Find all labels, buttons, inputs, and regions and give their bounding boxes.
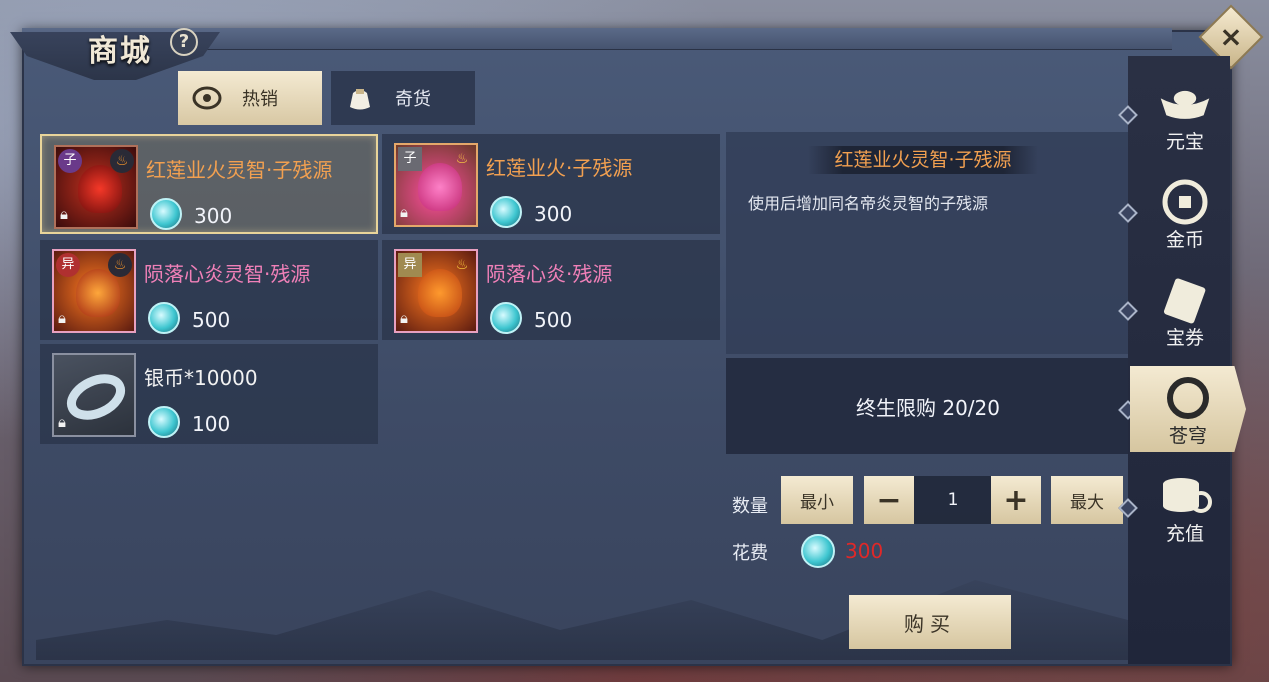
- lock-icon: 🔒︎: [60, 205, 68, 223]
- cost-label: 花费: [732, 543, 768, 564]
- grade-badge: 异: [56, 253, 80, 277]
- min-quantity-button[interactable]: 最小: [781, 476, 853, 524]
- sidebar-item-cangqiong[interactable]: 苍穹: [1130, 366, 1246, 452]
- grade-badge: 子: [58, 149, 82, 173]
- lock-icon: 🔒︎: [400, 203, 408, 221]
- sidebar-item-yuanbao[interactable]: 元宝: [1130, 72, 1240, 158]
- tab-hot-label: 热销: [242, 89, 278, 110]
- sky-emblem-icon: [1160, 375, 1216, 421]
- item-price: 500: [192, 308, 231, 332]
- item-price: 300: [534, 202, 573, 226]
- max-quantity-button[interactable]: 最大: [1051, 476, 1123, 524]
- gold-coin-icon: [1157, 179, 1213, 225]
- flame-icon: ♨: [455, 257, 469, 273]
- lotus-flame-art: [418, 163, 462, 211]
- flame-icon: ♨: [110, 149, 134, 173]
- cost-value: 300: [845, 539, 884, 563]
- ticket-icon: [1157, 277, 1213, 324]
- shop-item[interactable]: 异 ♨ 🔒︎ 陨落心炎灵智·残源 500: [40, 240, 378, 340]
- sidebar-label: 宝券: [1165, 327, 1204, 349]
- sky-currency-icon: [150, 198, 182, 230]
- tab-rare-label: 奇货: [395, 89, 431, 110]
- item-image: 异 ♨ 🔒︎: [394, 249, 478, 333]
- sky-currency-icon: [490, 302, 522, 334]
- shop-item[interactable]: 子 ♨ 🔒︎ 红莲业火·子残源 300: [382, 134, 720, 234]
- lock-icon: 🔒︎: [58, 413, 66, 431]
- item-detail: 红莲业火灵智·子残源 使用后增加同名帝炎灵智的子残源: [726, 132, 1130, 354]
- sidebar-label: 充值: [1165, 523, 1204, 545]
- item-name: 陨落心炎·残源: [486, 262, 613, 286]
- coin-stack-icon: [1157, 473, 1213, 519]
- item-name: 红莲业火·子残源: [486, 156, 633, 180]
- item-name: 红莲业火灵智·子残源: [146, 158, 333, 182]
- quantity-label: 数量: [732, 496, 768, 517]
- shop-item[interactable]: 🔒︎ 银币*10000 100: [40, 344, 378, 444]
- help-icon[interactable]: ?: [170, 28, 198, 56]
- tab-rare-goods[interactable]: 奇货: [331, 71, 475, 125]
- sidebar-label: 金币: [1165, 229, 1204, 251]
- page-title: 商城: [88, 34, 152, 69]
- dragon-icon: [190, 81, 224, 115]
- pouch-icon: [343, 81, 377, 115]
- ingot-icon: [1157, 81, 1213, 127]
- flame-icon: ♨: [455, 151, 469, 167]
- item-name: 银币*10000: [144, 366, 258, 390]
- grade-badge: 子: [398, 147, 422, 171]
- increase-button[interactable]: +: [991, 476, 1041, 524]
- sky-currency-icon: [801, 534, 835, 568]
- item-name: 陨落心炎灵智·残源: [144, 262, 311, 286]
- sidebar-item-ticket[interactable]: 宝券: [1130, 268, 1240, 354]
- shop-item[interactable]: 子 ♨ 🔒︎ 红莲业火灵智·子残源 300: [40, 134, 378, 234]
- detail-description: 使用后增加同名帝炎灵智的子残源: [748, 194, 989, 213]
- item-price: 300: [194, 204, 233, 228]
- sidebar-item-gold[interactable]: 金币: [1130, 170, 1240, 256]
- sidebar-label: 元宝: [1165, 131, 1204, 153]
- fire-swirl-art: [418, 269, 462, 317]
- item-image: 异 ♨ 🔒︎: [52, 249, 136, 333]
- buy-button[interactable]: 购买: [849, 595, 1011, 649]
- tab-hot[interactable]: 热销: [178, 71, 322, 125]
- item-price: 500: [534, 308, 573, 332]
- item-image: 子 ♨ 🔒︎: [394, 143, 478, 227]
- lock-icon: 🔒︎: [400, 309, 408, 327]
- sidebar-item-recharge[interactable]: 充值: [1130, 464, 1240, 550]
- close-icon[interactable]: ×: [1208, 14, 1254, 60]
- detail-title: 红莲业火灵智·子残源: [808, 146, 1038, 174]
- sky-currency-icon: [148, 406, 180, 438]
- flame-icon: ♨: [108, 253, 132, 277]
- purchase-limit: 终生限购 20/20: [726, 358, 1130, 454]
- sidebar-label: 苍穹: [1168, 425, 1207, 447]
- item-image: 子 ♨ 🔒︎: [54, 145, 138, 229]
- decrease-button[interactable]: −: [864, 476, 914, 524]
- lock-icon: 🔒︎: [58, 309, 66, 327]
- shop-item[interactable]: 异 ♨ 🔒︎ 陨落心炎·残源 500: [382, 240, 720, 340]
- grade-badge: 异: [398, 253, 422, 277]
- item-price: 100: [192, 412, 231, 436]
- flame-spirit-art: [78, 165, 122, 213]
- sky-currency-icon: [148, 302, 180, 334]
- quantity-field[interactable]: 1: [914, 476, 992, 524]
- fire-beast-art: [76, 269, 120, 317]
- sky-currency-icon: [490, 196, 522, 228]
- item-grid: 子 ♨ 🔒︎ 红莲业火灵智·子残源 300 子 ♨ 🔒︎ 红莲业火·子残源 30…: [38, 132, 724, 652]
- item-image: 🔒︎: [52, 353, 136, 437]
